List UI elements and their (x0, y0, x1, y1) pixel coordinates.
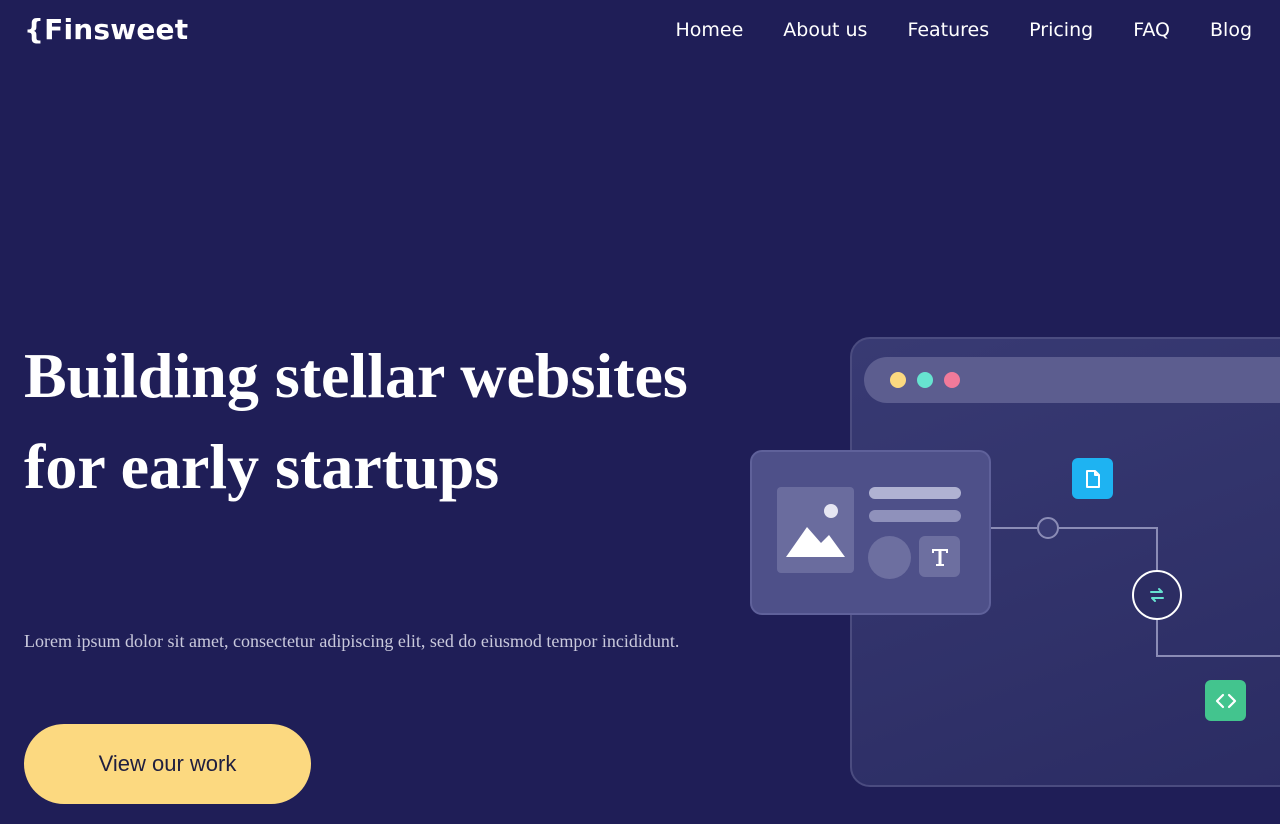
text-line-placeholder (869, 510, 961, 522)
nav-link-about[interactable]: About us (783, 18, 867, 42)
view-work-button[interactable]: View our work (24, 724, 311, 804)
logo[interactable]: {Finsweet (24, 12, 188, 48)
browser-toolbar (864, 357, 1280, 403)
window-dot-teal (917, 372, 933, 388)
connector-node (1037, 517, 1059, 539)
sync-icon (1132, 570, 1182, 620)
hero-title-line-2: for early startups (24, 431, 500, 502)
nav-link-features[interactable]: Features (907, 18, 989, 42)
nav-link-faq[interactable]: FAQ (1133, 18, 1170, 42)
circle-placeholder (868, 536, 911, 579)
nav-link-pricing[interactable]: Pricing (1029, 18, 1093, 42)
window-dot-yellow (890, 372, 906, 388)
nav-link-home[interactable]: Homee (675, 18, 743, 42)
hero-description: Lorem ipsum dolor sit amet, consectetur … (24, 631, 680, 651)
file-icon (1072, 458, 1113, 499)
hero-title-line-1: Building stellar websites (24, 340, 688, 411)
text-line-placeholder (869, 487, 961, 499)
content-card-illustration (750, 450, 991, 615)
nav-link-blog[interactable]: Blog (1210, 18, 1252, 42)
text-icon (919, 536, 960, 577)
code-icon (1205, 680, 1246, 721)
hero-title: Building stellar websites for early star… (24, 330, 784, 512)
main-nav: Homee About us Features Pricing FAQ Blog (675, 18, 1252, 42)
image-icon (777, 487, 854, 573)
window-dot-pink (944, 372, 960, 388)
